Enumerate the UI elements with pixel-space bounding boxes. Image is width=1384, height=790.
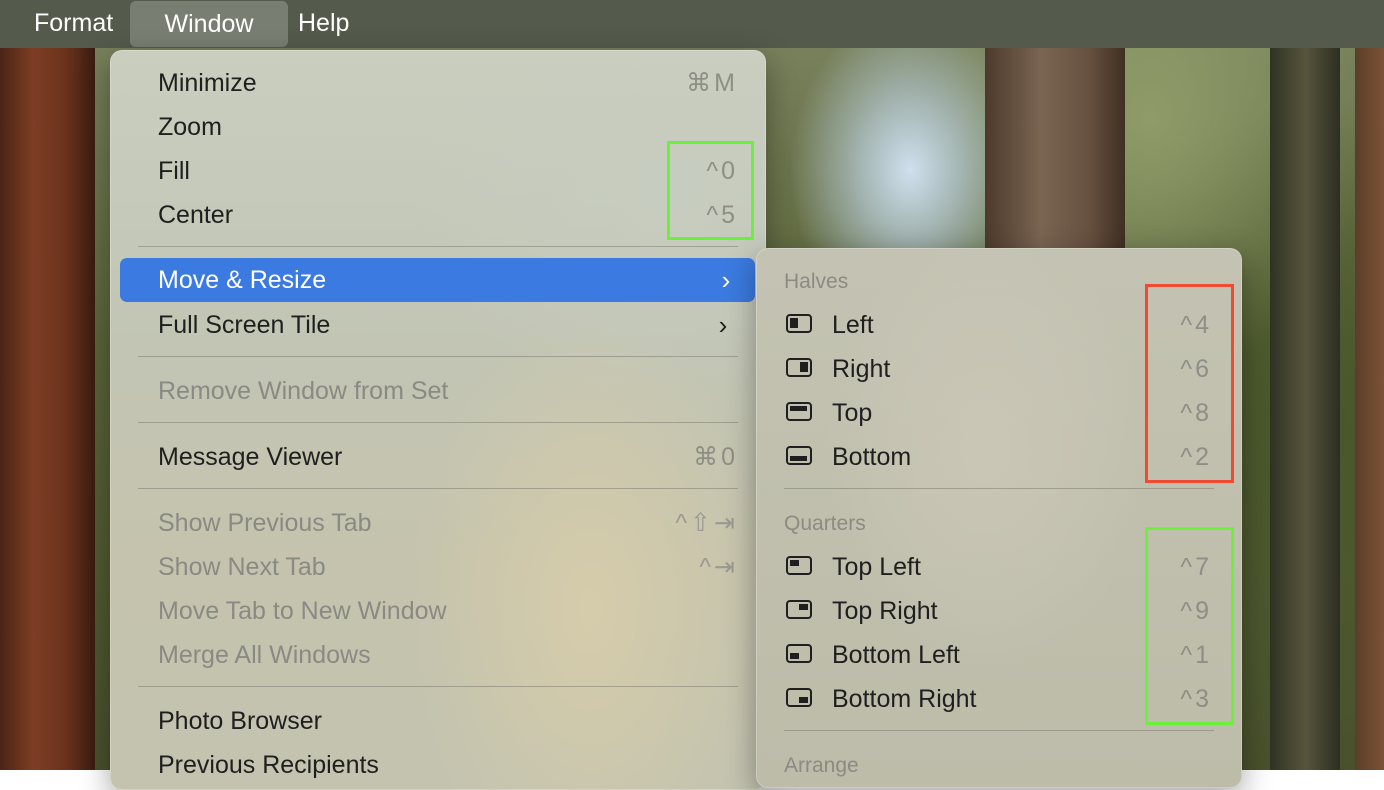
menu-item-label: Top (832, 399, 873, 427)
menu-item-label: Show Previous Tab (158, 509, 372, 537)
menu-separator (784, 488, 1214, 489)
window-right-half-icon (786, 358, 812, 377)
tree-trunk (0, 48, 95, 770)
menu-item-fill[interactable]: Fill ^0 (158, 149, 738, 193)
menu-item-label: Show Next Tab (158, 553, 326, 581)
submenu-item-bottom-right[interactable]: Bottom Right ^3 (786, 677, 1212, 721)
menu-item-label: Merge All Windows (158, 641, 371, 669)
menu-item-photo-browser[interactable]: Photo Browser (158, 699, 738, 743)
menu-item-shortcut: ^6 (1180, 355, 1212, 383)
move-resize-submenu: Halves Left ^4 Right ^6 Top ^8 Bottom ^2… (756, 248, 1242, 788)
menu-item-full-screen-tile[interactable]: Full Screen Tile › (158, 303, 738, 347)
window-bottom-left-quarter-icon (786, 644, 812, 663)
menu-item-label: Previous Recipients (158, 751, 379, 779)
menu-item-shortcut: ^⇧⇥ (675, 509, 738, 537)
section-header-quarters: Quarters (784, 512, 866, 535)
menu-item-label: Center (158, 201, 234, 229)
menu-item-label: Right (832, 355, 891, 383)
menu-item-show-next-tab[interactable]: Show Next Tab ^⇥ (158, 545, 738, 589)
menu-item-shortcut: ^3 (1180, 685, 1212, 713)
menu-item-zoom[interactable]: Zoom (158, 105, 738, 149)
menu-item-label: Zoom (158, 113, 222, 141)
menu-item-label: Bottom Right (832, 685, 977, 713)
menu-item-move-tab-to-new-window[interactable]: Move Tab to New Window (158, 589, 738, 633)
window-top-right-quarter-icon (786, 600, 812, 619)
menu-item-label: Photo Browser (158, 707, 322, 735)
window-top-half-icon (786, 402, 812, 421)
menu-bar: Format Window Help (0, 0, 1384, 48)
menubar-format[interactable]: Format (34, 0, 113, 48)
menu-item-label: Fill (158, 157, 190, 185)
menu-item-minimize[interactable]: Minimize ⌘M (158, 61, 738, 105)
menu-item-shortcut: ^⇥ (699, 553, 738, 581)
menu-item-shortcut: ^4 (1180, 311, 1212, 339)
menu-separator (138, 246, 738, 247)
submenu-item-bottom-left[interactable]: Bottom Left ^1 (786, 633, 1212, 677)
menu-item-show-previous-tab[interactable]: Show Previous Tab ^⇧⇥ (158, 501, 738, 545)
menu-item-remove-window-from-set[interactable]: Remove Window from Set (158, 369, 738, 413)
submenu-item-bottom[interactable]: Bottom ^2 (786, 435, 1212, 479)
menu-item-label: Move Tab to New Window (158, 597, 447, 625)
menu-item-previous-recipients[interactable]: Previous Recipients (158, 743, 738, 787)
menu-item-shortcut: ^9 (1180, 597, 1212, 625)
menu-separator (138, 422, 738, 423)
window-top-left-quarter-icon (786, 556, 812, 575)
window-bottom-half-icon (786, 446, 812, 465)
chevron-right-icon: › (721, 265, 731, 295)
submenu-item-top[interactable]: Top ^8 (786, 391, 1212, 435)
window-bottom-right-quarter-icon (786, 688, 812, 707)
section-header-arrange: Arrange (784, 754, 859, 777)
window-left-half-icon (786, 314, 812, 333)
menu-separator (138, 686, 738, 687)
submenu-item-top-left[interactable]: Top Left ^7 (786, 545, 1212, 589)
menu-item-label: Top Right (832, 597, 938, 625)
menu-item-merge-all-windows[interactable]: Merge All Windows (158, 633, 738, 677)
window-menu: Minimize ⌘M Zoom Fill ^0 Center ^5 Move … (110, 50, 766, 790)
menu-item-label: Move & Resize (158, 266, 327, 294)
menu-item-label: Top Left (832, 553, 921, 581)
menu-item-label: Minimize (158, 69, 257, 97)
submenu-item-left[interactable]: Left ^4 (786, 303, 1212, 347)
menu-item-shortcut: ⌘0 (693, 443, 738, 471)
menu-item-label: Full Screen Tile (158, 311, 331, 339)
menu-item-message-viewer[interactable]: Message Viewer ⌘0 (158, 435, 738, 479)
menubar-window[interactable]: Window (130, 1, 288, 47)
menu-item-center[interactable]: Center ^5 (158, 193, 738, 237)
menu-item-shortcut: ^2 (1180, 443, 1212, 471)
menu-item-label: Bottom (832, 443, 912, 471)
menubar-help[interactable]: Help (298, 0, 349, 48)
menu-item-move-resize[interactable]: Move & Resize › (120, 258, 755, 302)
menu-item-shortcut: ^1 (1180, 641, 1212, 669)
menu-item-shortcut: ⌘M (686, 69, 738, 97)
submenu-item-top-right[interactable]: Top Right ^9 (786, 589, 1212, 633)
menu-item-label: Message Viewer (158, 443, 343, 471)
menu-item-shortcut: ^0 (706, 157, 738, 185)
menu-item-shortcut: ^5 (706, 201, 738, 229)
menu-item-shortcut: ^7 (1180, 553, 1212, 581)
menu-item-label: Left (832, 311, 874, 339)
chevron-right-icon: › (718, 310, 728, 340)
menu-separator (784, 730, 1214, 731)
menu-item-shortcut: ^8 (1180, 399, 1212, 427)
menu-separator (138, 356, 738, 357)
tree-trunk (1270, 48, 1340, 770)
menu-item-label: Bottom Left (832, 641, 960, 669)
menu-item-label: Remove Window from Set (158, 377, 449, 405)
submenu-item-right[interactable]: Right ^6 (786, 347, 1212, 391)
section-header-halves: Halves (784, 270, 849, 293)
menu-separator (138, 488, 738, 489)
tree-trunk (1355, 48, 1384, 770)
